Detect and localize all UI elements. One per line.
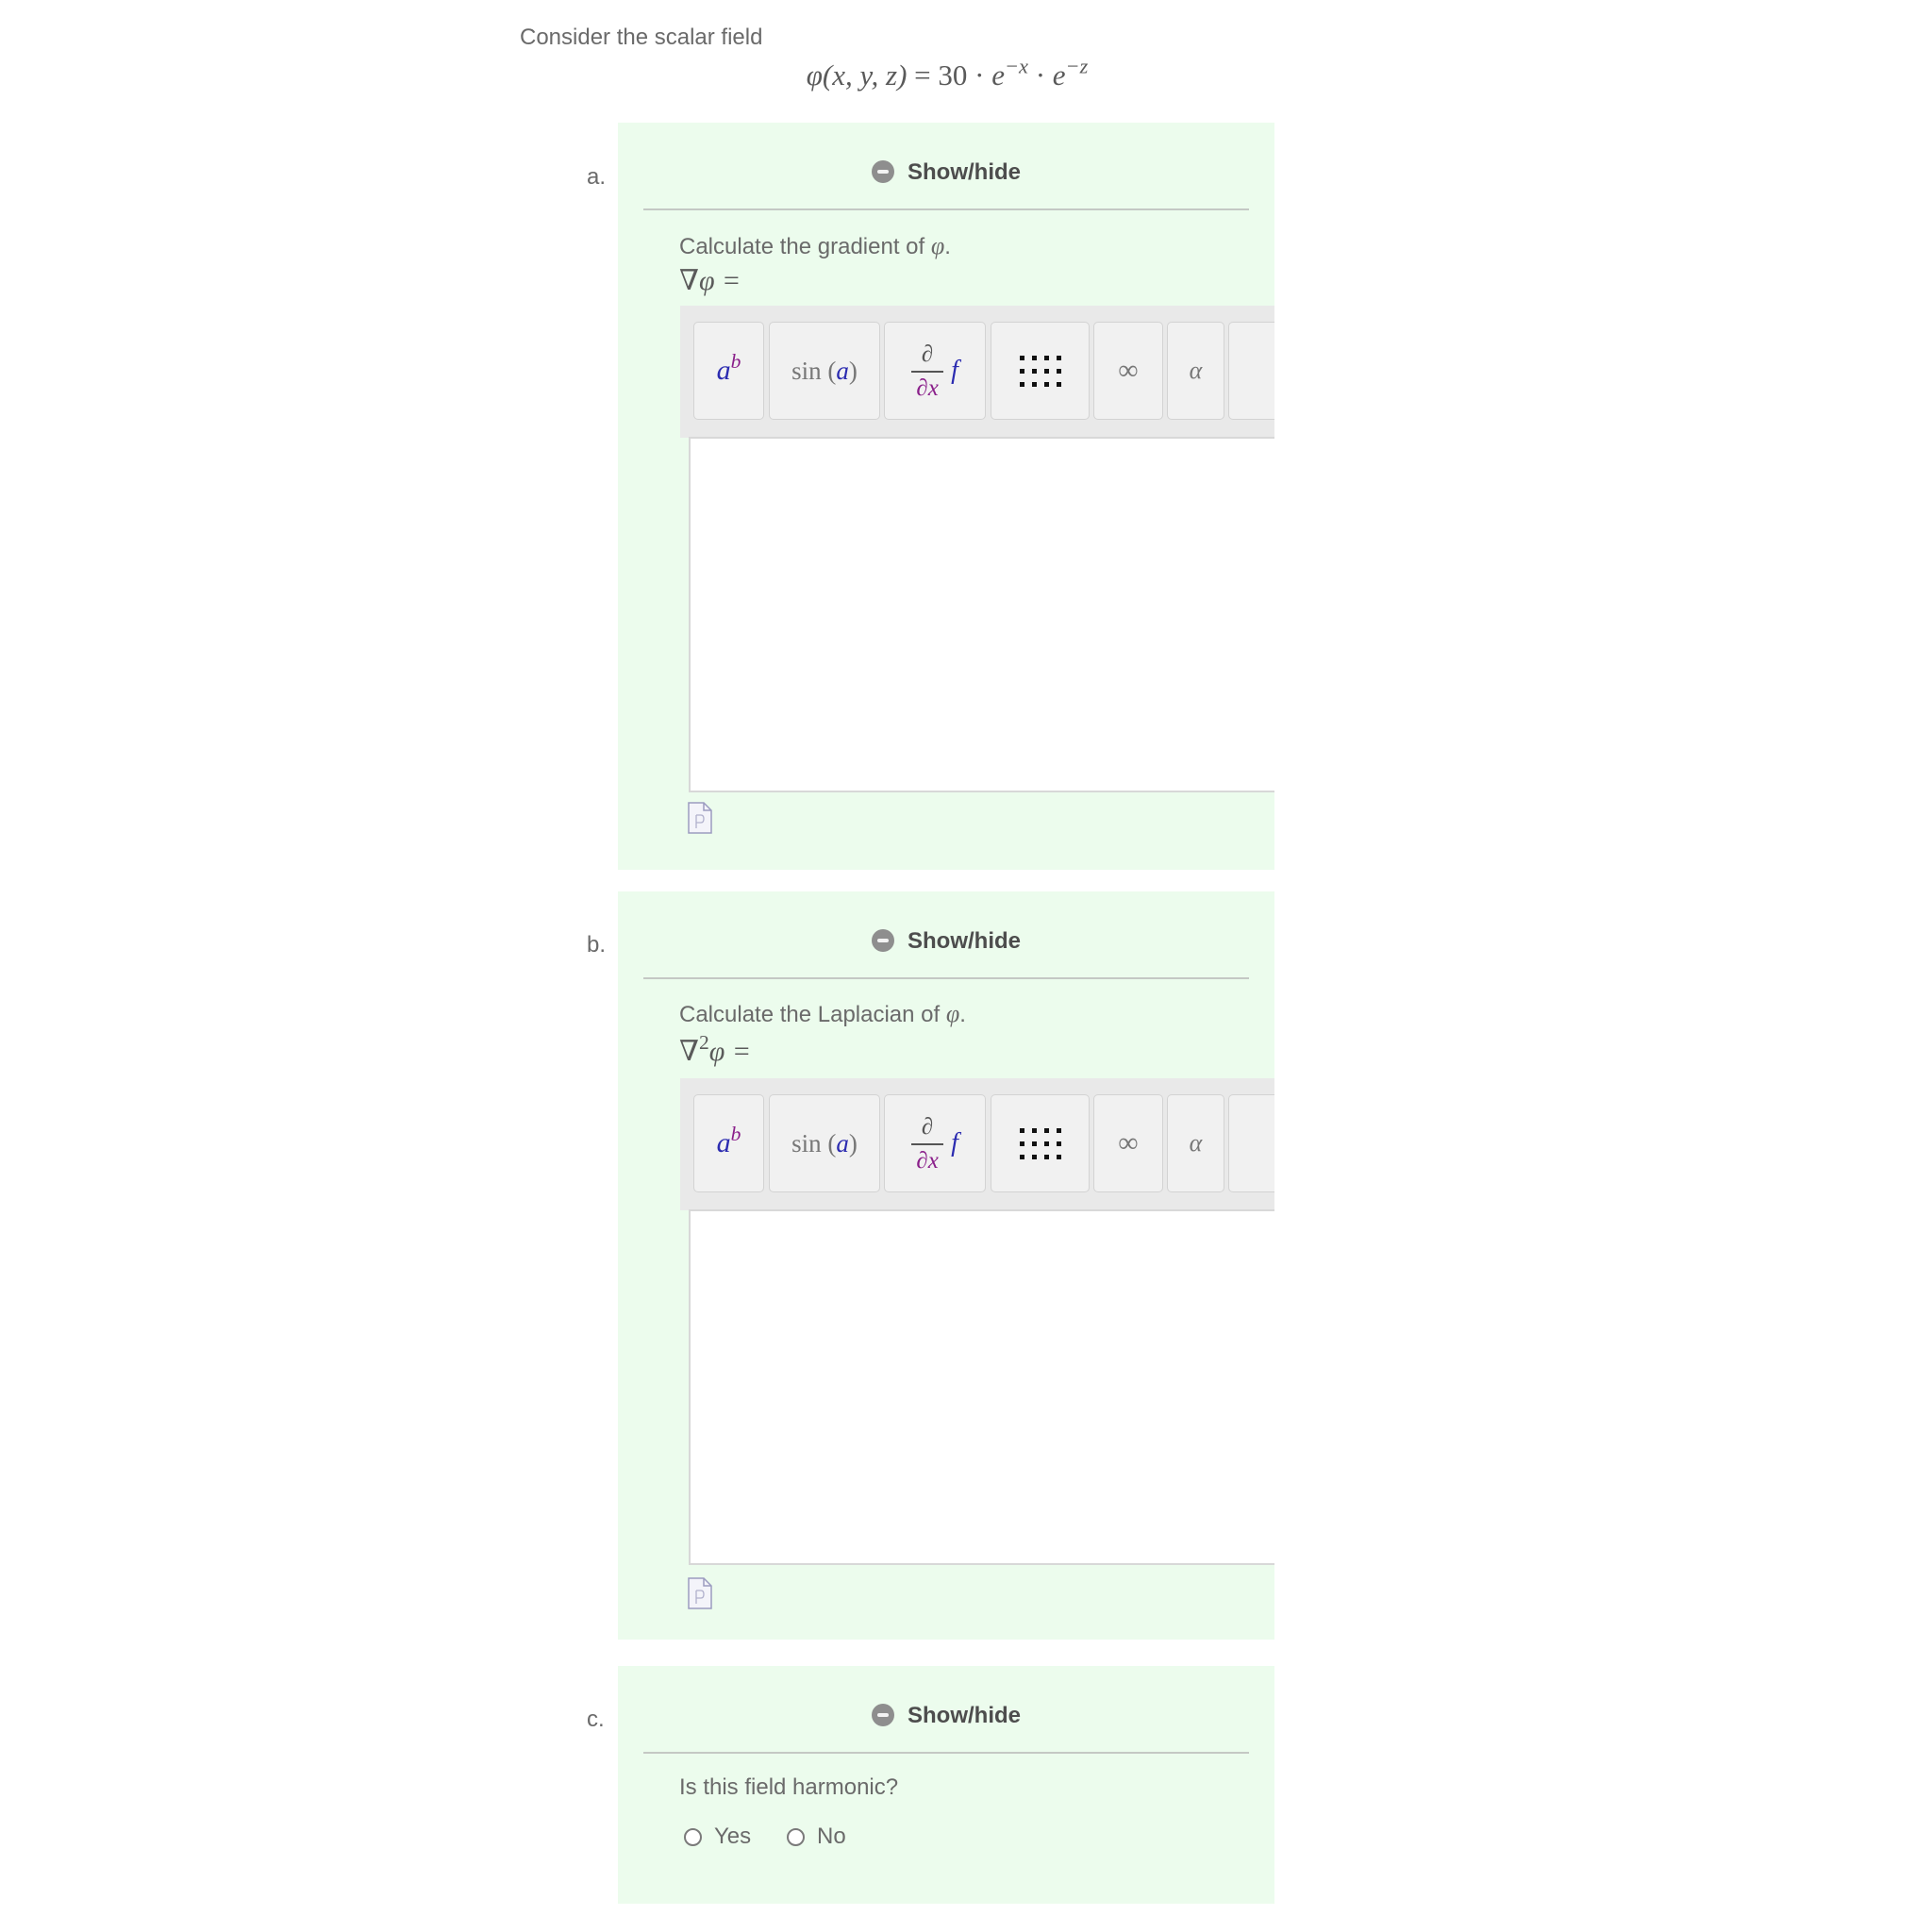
part-a-prompt-text: Calculate the gradient of: [679, 234, 931, 259]
part-c-letter: c.: [587, 1707, 605, 1732]
part-a-prompt-symbol: φ: [930, 232, 945, 259]
power-exponent: b: [730, 350, 741, 374]
derivative-function: f: [951, 1128, 958, 1158]
part-b-math-toolbar: ab sin (a) ∂ ∂x f ∞ α: [680, 1078, 1274, 1210]
matrix-button[interactable]: [991, 322, 1090, 420]
trig-function-button[interactable]: sin (a): [769, 322, 880, 420]
greek-letters-button[interactable]: α: [1167, 322, 1224, 420]
part-a-math-editor: ab sin (a) ∂ ∂x f ∞ α: [680, 306, 1274, 800]
power-exponent: b: [730, 1123, 741, 1146]
part-b-show-hide-toggle[interactable]: Show/hide: [643, 928, 1249, 955]
laplacian-operator-label: ∇2φ =: [679, 1032, 752, 1068]
radio-yes[interactable]: Yes: [684, 1824, 751, 1850]
derivative-function: f: [951, 356, 958, 385]
part-a-prompt: Calculate the gradient of φ.: [679, 232, 951, 260]
power-button[interactable]: ab: [693, 322, 764, 420]
trig-close: ): [848, 356, 858, 385]
derivative-denominator: ∂x: [916, 1147, 939, 1174]
derivative-numerator: ∂: [921, 341, 934, 367]
part-a-letter: a.: [587, 164, 607, 190]
trig-arg: a: [836, 1128, 849, 1158]
radio-no-label[interactable]: No: [817, 1824, 846, 1850]
part-a-prompt-end: .: [944, 234, 951, 259]
part-b-prompt-symbol: φ: [945, 1000, 960, 1027]
radio-yes-label[interactable]: Yes: [714, 1824, 751, 1850]
power-base: a: [716, 1127, 731, 1158]
minus-circle-icon[interactable]: [872, 160, 894, 183]
laplacian-nabla: ∇: [679, 1036, 699, 1067]
infinity-button[interactable]: ∞: [1093, 322, 1163, 420]
power-base: a: [716, 355, 731, 386]
part-b-prompt-text: Calculate the Laplacian of: [679, 1002, 946, 1027]
part-c-header: Show/hide: [643, 1666, 1249, 1754]
toolbar-more-button[interactable]: [1228, 322, 1274, 420]
infinity-symbol: ∞: [1118, 1127, 1139, 1158]
minus-circle-icon[interactable]: [872, 1704, 894, 1726]
formula-dot-1: ·: [974, 58, 985, 92]
infinity-symbol: ∞: [1118, 355, 1139, 386]
intro-text: Consider the scalar field: [520, 25, 763, 50]
laplacian-rest: φ =: [708, 1036, 752, 1067]
trig-function-button[interactable]: sin (a): [769, 1094, 880, 1192]
trig-fn: sin: [791, 1128, 822, 1158]
gradient-operator-label: ∇φ =: [679, 265, 741, 296]
matrix-grid-icon: [1019, 1127, 1061, 1159]
trig-open: (: [827, 1128, 837, 1158]
radio-no-circle[interactable]: [787, 1827, 805, 1846]
part-b-letter: b.: [587, 932, 607, 958]
part-a-show-hide-toggle[interactable]: Show/hide: [643, 159, 1249, 186]
formula-dot-2: ·: [1035, 58, 1046, 92]
infinity-button[interactable]: ∞: [1093, 1094, 1163, 1192]
document-icon[interactable]: [688, 1577, 712, 1609]
part-b-header: Show/hide: [643, 891, 1249, 979]
part-a-math-toolbar: ab sin (a) ∂ ∂x f ∞ α: [680, 306, 1274, 438]
matrix-button[interactable]: [991, 1094, 1090, 1192]
part-c-toggle-label[interactable]: Show/hide: [908, 1703, 1021, 1728]
formula-base-2: e: [1052, 58, 1066, 92]
trig-arg: a: [836, 356, 849, 385]
greek-letters-button[interactable]: α: [1167, 1094, 1224, 1192]
radio-yes-circle[interactable]: [684, 1827, 702, 1846]
derivative-denominator: ∂x: [916, 375, 939, 401]
part-b-panel: Show/hide Calculate the Laplacian of φ. …: [618, 891, 1274, 1640]
alpha-symbol: α: [1189, 357, 1203, 384]
formula-exponent-2: −z: [1065, 54, 1089, 78]
alpha-symbol: α: [1189, 1129, 1203, 1157]
formula-coefficient: 30: [938, 58, 968, 92]
laplacian-power: 2: [698, 1031, 709, 1055]
formula-equals: =: [914, 58, 931, 92]
trig-open: (: [827, 356, 837, 385]
formula-base-1: e: [991, 58, 1005, 92]
part-c-question: Is this field harmonic?: [679, 1774, 899, 1800]
part-b-prompt-end: .: [959, 1002, 966, 1027]
part-a-header: Show/hide: [643, 123, 1249, 210]
part-b-toggle-label[interactable]: Show/hide: [908, 928, 1021, 954]
formula-lhs: φ(x, y, z): [806, 58, 908, 92]
trig-close: ): [848, 1128, 858, 1158]
derivative-numerator: ∂: [921, 1113, 934, 1140]
part-a-toggle-label[interactable]: Show/hide: [908, 159, 1021, 185]
part-c-panel: Show/hide Is this field harmonic?: [618, 1666, 1274, 1904]
partial-derivative-button[interactable]: ∂ ∂x f: [884, 1094, 986, 1192]
power-button[interactable]: ab: [693, 1094, 764, 1192]
part-a-panel: Show/hide Calculate the gradient of φ. ∇…: [618, 123, 1274, 870]
radio-no[interactable]: No: [787, 1824, 846, 1850]
matrix-grid-icon: [1019, 355, 1061, 387]
part-b-answer-input[interactable]: [689, 1209, 1274, 1565]
partial-derivative-button[interactable]: ∂ ∂x f: [884, 322, 986, 420]
part-b-prompt: Calculate the Laplacian of φ.: [679, 1000, 966, 1028]
document-icon[interactable]: [688, 802, 712, 834]
part-b-math-editor: ab sin (a) ∂ ∂x f ∞ α: [680, 1078, 1274, 1573]
scalar-field-formula: φ(x, y, z) = 30 · e−x · e−z: [0, 54, 1932, 92]
part-c-show-hide-toggle[interactable]: Show/hide: [643, 1703, 1249, 1729]
formula-exponent-1: −x: [1004, 54, 1028, 78]
part-a-answer-input[interactable]: [689, 437, 1274, 792]
minus-circle-icon[interactable]: [872, 929, 894, 952]
trig-fn: sin: [791, 356, 822, 385]
toolbar-more-button[interactable]: [1228, 1094, 1274, 1192]
